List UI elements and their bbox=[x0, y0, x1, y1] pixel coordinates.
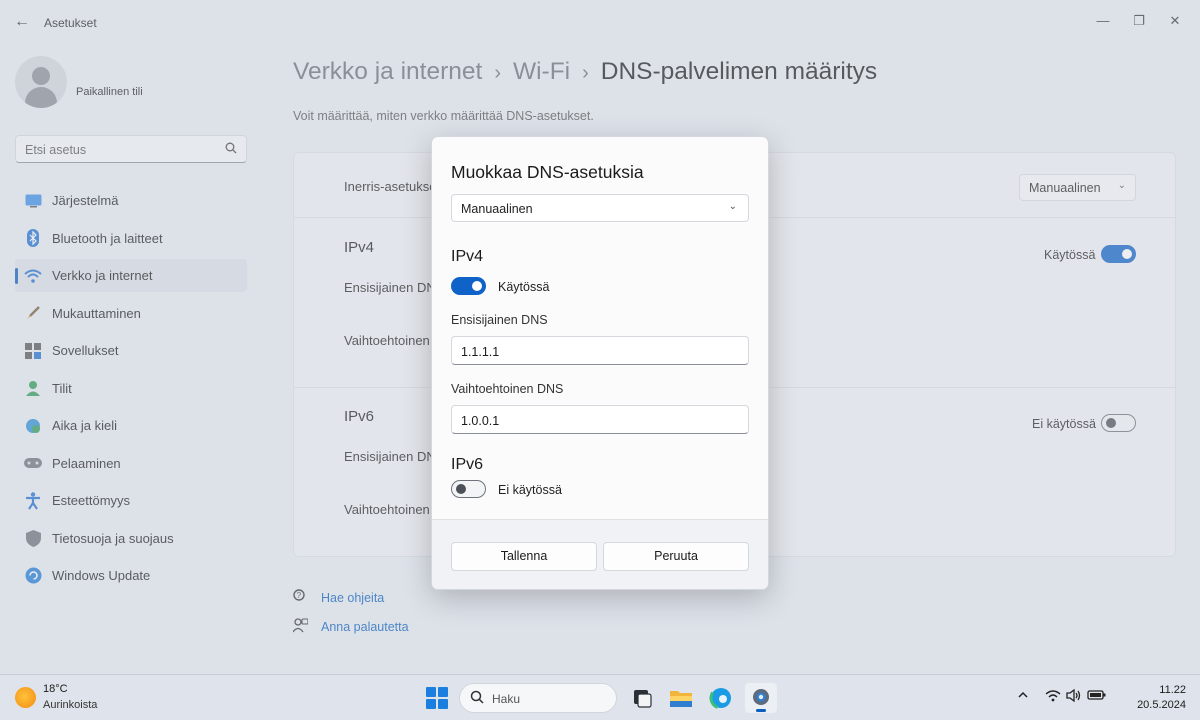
preferred-dns-input[interactable]: 1.1.1.1 bbox=[451, 336, 749, 365]
dialog-ipv6-state: Ei käytössä bbox=[498, 483, 562, 497]
settings-window: ← Asetukset — ❐ ✕ Paikallinen tili Etsi … bbox=[0, 0, 1200, 674]
cancel-button[interactable]: Peruuta bbox=[603, 542, 749, 571]
alternate-dns-label: Vaihtoehtoinen DNS bbox=[451, 382, 564, 396]
start-button[interactable] bbox=[426, 687, 448, 709]
sun-icon[interactable] bbox=[15, 687, 36, 708]
settings-app-icon[interactable] bbox=[745, 683, 777, 713]
weather-temperature[interactable]: 18°C bbox=[43, 683, 68, 695]
wifi-icon[interactable] bbox=[1045, 689, 1061, 705]
dialog-title: Muokkaa DNS-asetuksia bbox=[451, 162, 644, 182]
dns-mode-value: Manuaalinen bbox=[461, 202, 533, 216]
chevron-down-icon: ⌄ bbox=[728, 201, 737, 212]
save-button[interactable]: Tallenna bbox=[451, 542, 597, 571]
battery-icon[interactable] bbox=[1087, 689, 1107, 704]
search-icon bbox=[470, 690, 484, 707]
alternate-dns-input[interactable]: 1.0.0.1 bbox=[451, 405, 749, 434]
taskbar-search-placeholder: Haku bbox=[492, 692, 521, 706]
dialog-ipv6-heading: IPv6 bbox=[451, 456, 484, 473]
taskbar-search-input[interactable]: Haku bbox=[459, 683, 617, 713]
file-explorer-icon[interactable] bbox=[665, 683, 697, 713]
dns-mode-select[interactable]: Manuaalinen ⌄ bbox=[451, 194, 749, 222]
edge-browser-icon[interactable] bbox=[705, 683, 737, 713]
dialog-ipv4-state: Käytössä bbox=[498, 280, 550, 294]
edit-dns-dialog: Muokkaa DNS-asetuksia Manuaalinen ⌄ IPv4… bbox=[431, 136, 769, 590]
clock-time[interactable]: 11.22 bbox=[1159, 684, 1186, 696]
task-view-icon[interactable] bbox=[626, 683, 658, 713]
chevron-up-icon[interactable] bbox=[1017, 689, 1029, 704]
weather-condition[interactable]: Aurinkoista bbox=[43, 699, 97, 711]
dialog-footer: Tallenna Peruuta bbox=[432, 519, 768, 589]
dialog-ipv4-heading: IPv4 bbox=[451, 248, 484, 265]
preferred-dns-label: Ensisijainen DNS bbox=[451, 313, 548, 327]
dialog-ipv6-toggle[interactable] bbox=[451, 480, 486, 498]
volume-icon[interactable] bbox=[1066, 688, 1082, 705]
dialog-ipv4-toggle[interactable] bbox=[451, 277, 486, 295]
taskbar: 18°C Aurinkoista Haku 11.22 20.5.2024 bbox=[0, 674, 1200, 720]
clock-date[interactable]: 20.5.2024 bbox=[1137, 699, 1186, 711]
